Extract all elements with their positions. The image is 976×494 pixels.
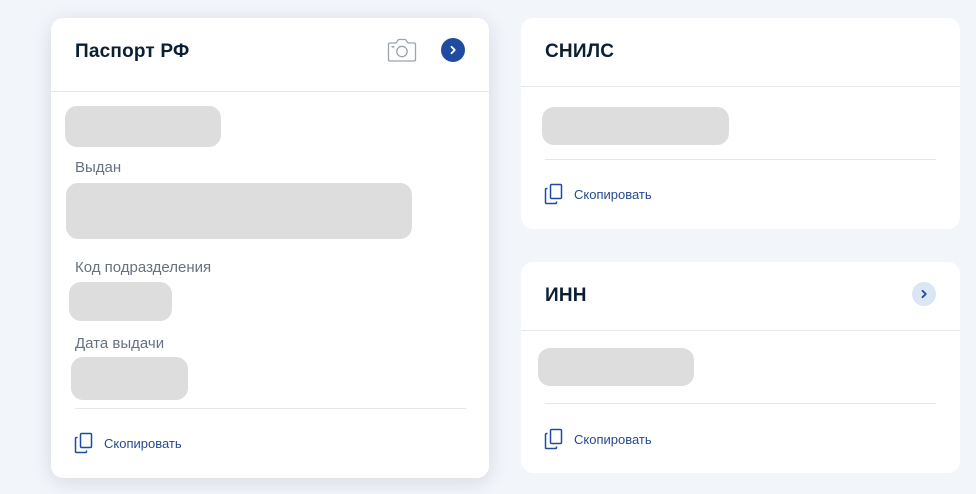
- passport-header-divider: [51, 91, 489, 92]
- department-code-label: Код подразделения: [75, 259, 212, 276]
- passport-card-title: Паспорт РФ: [75, 41, 190, 62]
- inn-card: ИНН Скопировать: [521, 262, 960, 473]
- issued-by-label: Выдан: [75, 159, 122, 176]
- issue-date-value: [71, 357, 188, 400]
- snils-footer-divider: [545, 159, 936, 160]
- copy-label: Скопировать: [104, 435, 182, 451]
- snils-header-divider: [521, 86, 960, 87]
- inn-copy-button[interactable]: Скопировать: [544, 428, 652, 450]
- inn-number-value: [538, 348, 694, 386]
- documents-page: { "passport": { "title": "Паспорт РФ", "…: [0, 0, 976, 494]
- inn-header-divider: [521, 330, 960, 331]
- copy-icon: [74, 432, 93, 454]
- copy-label: Скопировать: [574, 186, 652, 202]
- copy-label: Скопировать: [574, 431, 652, 447]
- department-code-value: [69, 282, 172, 321]
- passport-card: Паспорт РФ Выдан Код подразделения Дата …: [51, 18, 489, 478]
- snils-card-title: СНИЛС: [545, 41, 615, 62]
- snils-card: СНИЛС Скопировать: [521, 18, 960, 229]
- inn-footer-divider: [545, 403, 936, 404]
- issue-date-label: Дата выдачи: [75, 335, 165, 352]
- chevron-right-icon: [921, 289, 927, 299]
- inn-open-button[interactable]: [912, 282, 936, 306]
- snils-copy-button[interactable]: Скопировать: [544, 183, 652, 205]
- passport-footer-divider: [75, 408, 466, 409]
- copy-icon: [544, 428, 563, 450]
- inn-card-title: ИНН: [545, 285, 587, 306]
- passport-copy-button[interactable]: Скопировать: [74, 432, 182, 454]
- copy-icon: [544, 183, 563, 205]
- passport-open-button[interactable]: [441, 38, 465, 62]
- snils-number-value: [542, 107, 729, 145]
- issued-by-value: [66, 183, 412, 239]
- chevron-right-icon: [450, 45, 456, 55]
- passport-number-value: [65, 106, 221, 147]
- camera-icon[interactable]: [387, 37, 417, 63]
